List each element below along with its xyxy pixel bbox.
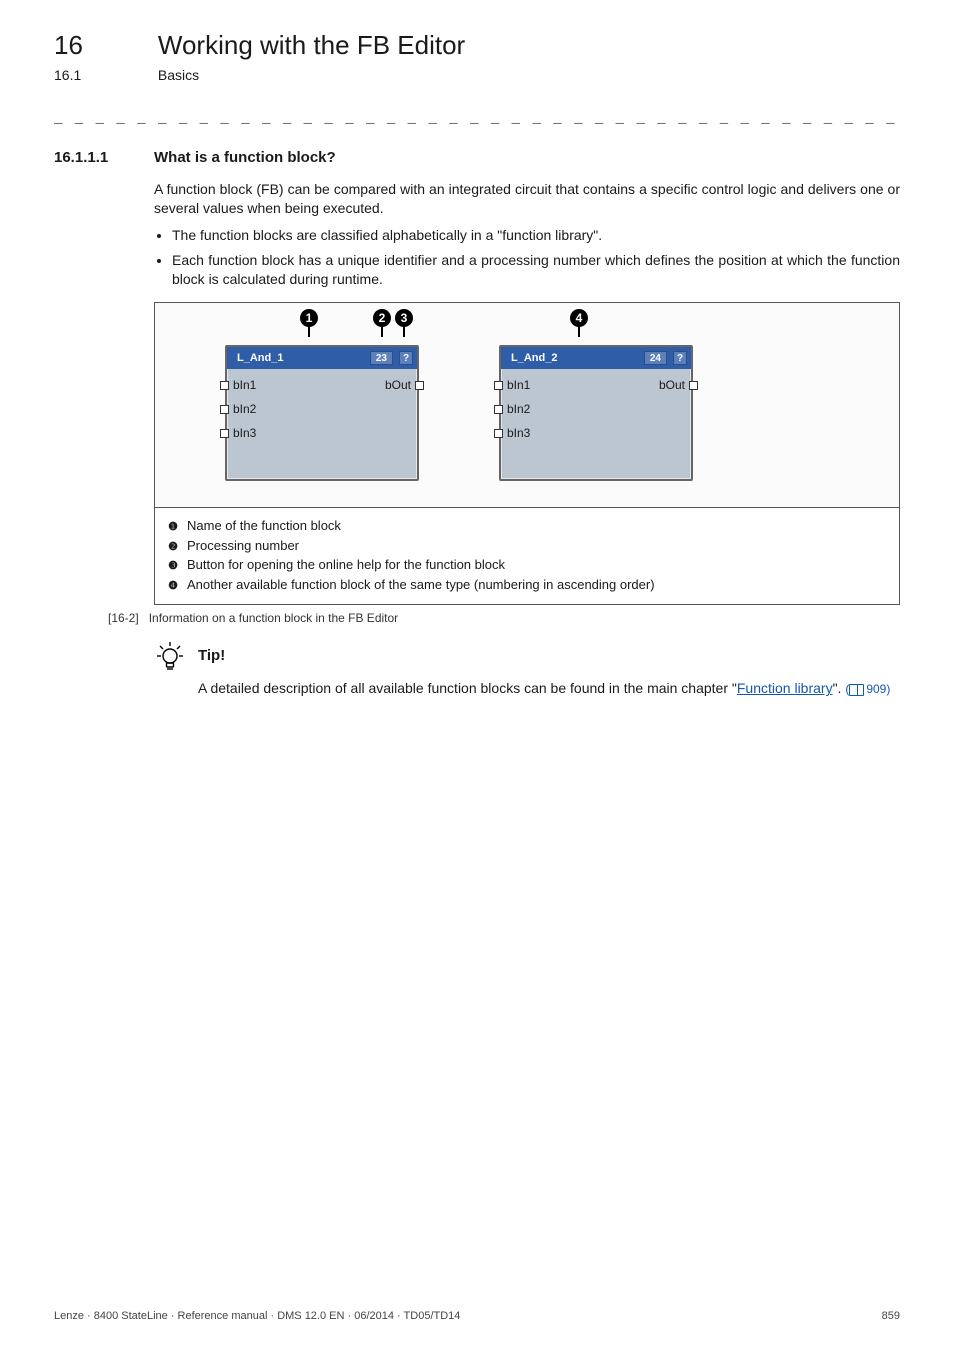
subsection-heading: 16.1.1.1 What is a function block? [54, 149, 900, 166]
page-footer: Lenze · 8400 StateLine · Reference manua… [54, 1310, 900, 1322]
fb1-body: bIn1 bOut bIn2 bIn3 [227, 369, 417, 479]
output-port-label: bOut [385, 378, 411, 392]
paren-close: ) [886, 682, 890, 696]
tip-text-after: ". [833, 680, 842, 696]
section-number: 16.1 [54, 67, 154, 83]
figure-box: 1 2 3 4 L_And_1 23 ? bIn1 bOut [154, 302, 900, 605]
figure-caption: [16-2] Information on a function block i… [108, 611, 900, 625]
subsection-number: 16.1.1.1 [54, 149, 154, 166]
lightbulb-icon [154, 641, 186, 673]
input-pin-icon [494, 381, 503, 390]
input-port-label: bIn2 [233, 402, 256, 416]
chapter-heading: 16 Working with the FB Editor [54, 30, 900, 61]
input-port-label: bIn3 [507, 426, 530, 440]
section-title: Basics [158, 67, 199, 83]
callout-number-1: ❶ [165, 520, 181, 534]
chapter-title: Working with the FB Editor [158, 30, 465, 61]
page-reference[interactable]: (909) [845, 682, 890, 696]
section-heading: 16.1 Basics [54, 67, 900, 83]
chapter-number: 16 [54, 30, 154, 61]
callout-number-3: ❸ [165, 559, 181, 573]
callout-caption-row: ❷ Processing number [165, 536, 889, 556]
function-block-2: L_And_2 24 ? bIn1 bOut bIn2 [499, 345, 693, 481]
callout-text: Processing number [187, 536, 299, 556]
fb2-header: L_And_2 24 ? [501, 347, 691, 369]
fb2-row: bIn1 bOut [509, 373, 683, 397]
function-block-1: L_And_1 23 ? bIn1 bOut bIn2 [225, 345, 419, 481]
input-pin-icon [494, 429, 503, 438]
intro-paragraph: A function block (FB) can be compared wi… [154, 180, 900, 218]
fb1-row: bIn3 [235, 421, 409, 445]
subsection-title: What is a function block? [154, 149, 336, 166]
callout-4: 4 [570, 309, 588, 327]
output-pin-icon [689, 381, 698, 390]
figure-caption-legend: ❶ Name of the function block ❷ Processing … [155, 507, 899, 604]
footer-left: Lenze · 8400 StateLine · Reference manua… [54, 1310, 460, 1322]
fb2-row: bIn3 [509, 421, 683, 445]
list-item: Each function block has a unique identif… [172, 251, 900, 289]
tip-block: Tip! [154, 641, 900, 673]
callout-caption-row: ❹ Another available function block of the… [165, 575, 889, 595]
fb1-name: L_And_1 [237, 352, 283, 364]
callout-3: 3 [395, 309, 413, 327]
fb1-header: L_And_1 23 ? [227, 347, 417, 369]
body-column: A function block (FB) can be compared wi… [154, 180, 900, 288]
input-port-label: bIn3 [233, 426, 256, 440]
output-port-label: bOut [659, 378, 685, 392]
output-pin-icon [415, 381, 424, 390]
input-port-label: bIn1 [507, 378, 530, 392]
fb2-name: L_And_2 [511, 352, 557, 364]
fb1-row: bIn1 bOut [235, 373, 409, 397]
tip-label: Tip! [198, 641, 225, 671]
help-icon[interactable]: ? [673, 351, 687, 365]
page-number-ref: 909 [866, 682, 886, 696]
fb2-row: bIn2 [509, 397, 683, 421]
function-library-link[interactable]: Function library [737, 680, 833, 696]
bullet-list: The function blocks are classified alpha… [154, 226, 900, 289]
input-pin-icon [494, 405, 503, 414]
callout-2: 2 [373, 309, 391, 327]
callout-1: 1 [300, 309, 318, 327]
callout-number-4: ❹ [165, 579, 181, 593]
tip-text-before: A detailed description of all available … [198, 680, 737, 696]
tip-text: A detailed description of all available … [198, 679, 900, 699]
dashed-rule: _ _ _ _ _ _ _ _ _ _ _ _ _ _ _ _ _ _ _ _ … [54, 111, 900, 127]
input-pin-icon [220, 405, 229, 414]
footer-page-number: 859 [882, 1310, 900, 1322]
fb2-body: bIn1 bOut bIn2 bIn3 [501, 369, 691, 479]
list-item: The function blocks are classified alpha… [172, 226, 900, 245]
figure-number: [16-2] [108, 611, 139, 625]
figure-canvas: 1 2 3 4 L_And_1 23 ? bIn1 bOut [155, 303, 899, 507]
input-pin-icon [220, 381, 229, 390]
figure-caption-text: Information on a function block in the F… [149, 611, 398, 625]
input-port-label: bIn2 [507, 402, 530, 416]
input-pin-icon [220, 429, 229, 438]
callout-text: Button for opening the online help for t… [187, 555, 505, 575]
input-port-label: bIn1 [233, 378, 256, 392]
page: 16 Working with the FB Editor 16.1 Basic… [0, 0, 954, 1350]
callout-caption-row: ❸ Button for opening the online help for … [165, 555, 889, 575]
callout-caption-row: ❶ Name of the function block [165, 516, 889, 536]
fb1-row: bIn2 [235, 397, 409, 421]
callout-number-2: ❷ [165, 540, 181, 554]
fb1-processing-number: 23 [370, 351, 393, 365]
callout-text: Another available function block of the … [187, 575, 655, 595]
help-icon[interactable]: ? [399, 351, 413, 365]
callout-text: Name of the function block [187, 516, 341, 536]
book-icon [849, 684, 864, 696]
fb2-processing-number: 24 [644, 351, 667, 365]
